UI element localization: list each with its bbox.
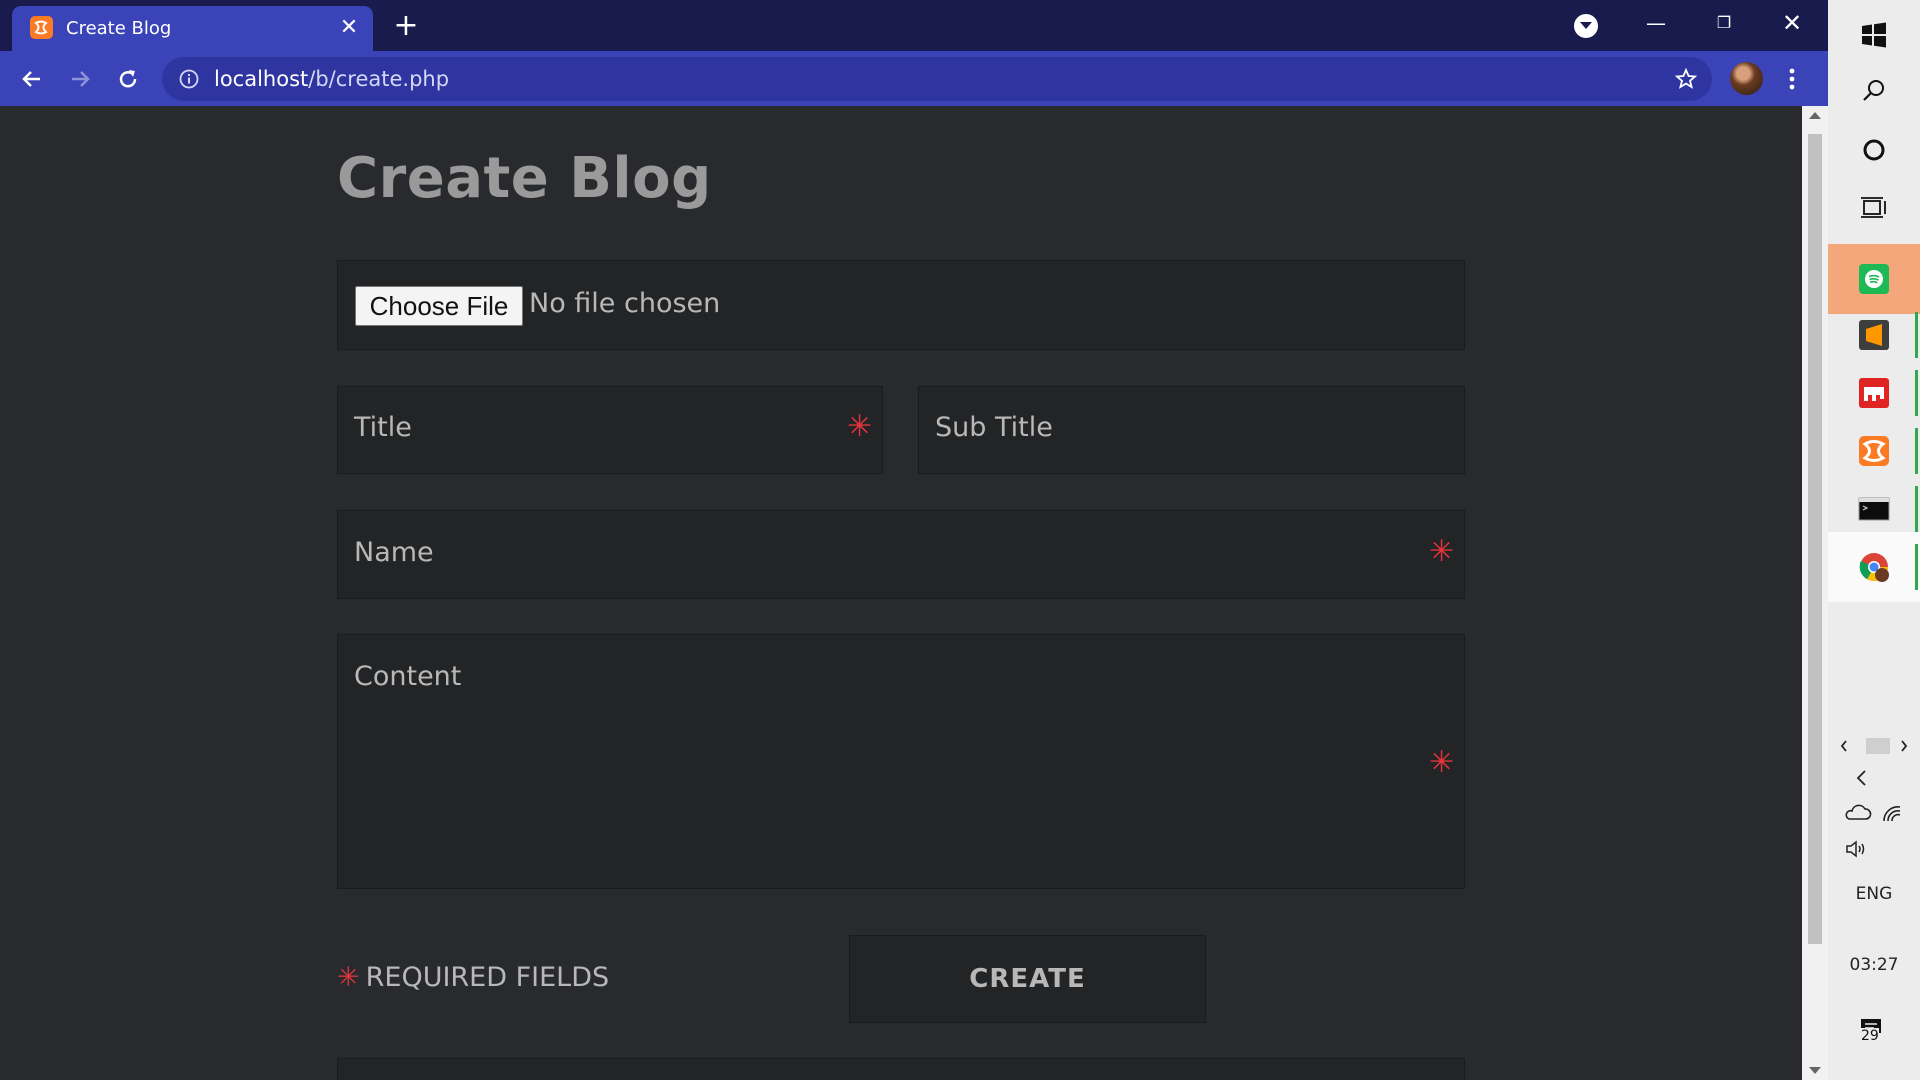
content-placeholder: Content bbox=[354, 661, 462, 692]
more-menu-icon[interactable] bbox=[1780, 63, 1804, 95]
forward-arrow-icon[interactable] bbox=[62, 61, 98, 97]
volume-speaker-icon[interactable] bbox=[1844, 838, 1870, 860]
create-button[interactable]: CREATE bbox=[849, 935, 1206, 1023]
cortana-circle-icon bbox=[1863, 139, 1885, 161]
partial-field[interactable] bbox=[337, 1058, 1465, 1080]
running-indicator bbox=[1915, 544, 1918, 590]
choose-file-button[interactable]: Choose File bbox=[355, 286, 523, 326]
minimize-button[interactable]: — bbox=[1636, 8, 1676, 38]
running-indicator bbox=[1915, 486, 1918, 532]
input-language[interactable]: ENG bbox=[1828, 884, 1920, 904]
browser-window: Create Blog ✕ + — ❐ ✕ localhost/b/create… bbox=[0, 0, 1828, 1080]
page-content: Create Blog Choose File No file chosen T… bbox=[0, 106, 1802, 1080]
windows-taskbar: ENG 03:27 29 bbox=[1828, 0, 1920, 1080]
url-path: /b/create.php bbox=[308, 67, 450, 91]
required-asterisk-icon: ✳ bbox=[1429, 534, 1455, 569]
page-scrollbar[interactable] bbox=[1802, 106, 1828, 1080]
required-asterisk-icon: ✳ bbox=[337, 962, 360, 993]
scroll-up-arrow-icon[interactable] bbox=[1809, 112, 1821, 119]
xampp-icon bbox=[1859, 436, 1889, 466]
window-close-button[interactable]: ✕ bbox=[1772, 8, 1812, 38]
site-info-icon[interactable] bbox=[178, 68, 200, 90]
url-host: localhost bbox=[214, 67, 309, 91]
xampp-favicon-icon bbox=[30, 16, 53, 39]
scroll-thumb[interactable] bbox=[1808, 134, 1822, 944]
name-placeholder: Name bbox=[354, 537, 434, 568]
taskbar-app-chrome[interactable] bbox=[1828, 532, 1920, 602]
file-upload-field[interactable]: Choose File No file chosen bbox=[337, 260, 1465, 350]
file-status-text: No file chosen bbox=[529, 288, 721, 319]
heidisql-icon bbox=[1859, 378, 1889, 408]
subtitle-input[interactable]: Sub Title bbox=[918, 386, 1465, 474]
scroll-down-arrow-icon[interactable] bbox=[1809, 1067, 1821, 1074]
onedrive-cloud-icon[interactable] bbox=[1844, 803, 1872, 823]
running-indicator bbox=[1915, 370, 1918, 416]
search-icon bbox=[1863, 80, 1884, 101]
required-fields-note: ✳ REQUIRED FIELDS bbox=[337, 962, 609, 993]
profile-avatar[interactable] bbox=[1730, 62, 1763, 95]
taskbar-scroll-controls[interactable] bbox=[1838, 736, 1910, 756]
new-tab-button[interactable]: + bbox=[390, 10, 422, 42]
tab-title: Create Blog bbox=[66, 18, 172, 39]
restore-button[interactable]: ❐ bbox=[1704, 8, 1744, 38]
spotify-icon bbox=[1859, 264, 1889, 294]
tab-search-icon[interactable] bbox=[1574, 14, 1598, 38]
required-fields-text: REQUIRED FIELDS bbox=[365, 962, 610, 993]
task-view-icon bbox=[1861, 197, 1886, 218]
address-bar[interactable]: localhost/b/create.php bbox=[162, 57, 1712, 101]
bookmark-star-icon[interactable] bbox=[1674, 67, 1698, 91]
tab-create-blog[interactable]: Create Blog ✕ bbox=[12, 6, 373, 51]
required-asterisk-icon: ✳ bbox=[847, 409, 873, 444]
chrome-icon bbox=[1859, 553, 1889, 582]
subtitle-placeholder: Sub Title bbox=[935, 412, 1053, 443]
content-textarea[interactable]: Content ✳ bbox=[337, 634, 1465, 889]
required-asterisk-icon: ✳ bbox=[1429, 745, 1455, 780]
url-text[interactable]: localhost/b/create.php bbox=[214, 67, 449, 91]
running-indicator bbox=[1915, 312, 1918, 358]
name-input[interactable]: Name ✳ bbox=[337, 510, 1465, 599]
windows-logo-icon bbox=[1862, 22, 1886, 48]
browser-toolbar: localhost/b/create.php bbox=[0, 51, 1828, 106]
terminal-icon bbox=[1858, 497, 1890, 521]
task-view-button[interactable] bbox=[1828, 173, 1920, 243]
sublime-text-icon bbox=[1859, 320, 1889, 350]
network-wifi-icon[interactable] bbox=[1880, 803, 1904, 823]
notification-count-badge: 29 bbox=[1861, 1028, 1879, 1044]
running-indicator bbox=[1915, 428, 1918, 474]
tab-close-icon[interactable]: ✕ bbox=[335, 14, 363, 42]
show-hidden-icons-chevron-icon[interactable] bbox=[1852, 768, 1872, 788]
system-clock[interactable]: 03:27 bbox=[1828, 955, 1920, 975]
title-input[interactable]: Title ✳ bbox=[337, 386, 883, 474]
reload-icon[interactable] bbox=[110, 61, 146, 97]
tab-strip: Create Blog ✕ + — ❐ ✕ bbox=[0, 0, 1828, 51]
back-arrow-icon[interactable] bbox=[14, 61, 50, 97]
title-placeholder: Title bbox=[354, 412, 412, 443]
page-title: Create Blog bbox=[337, 146, 712, 211]
